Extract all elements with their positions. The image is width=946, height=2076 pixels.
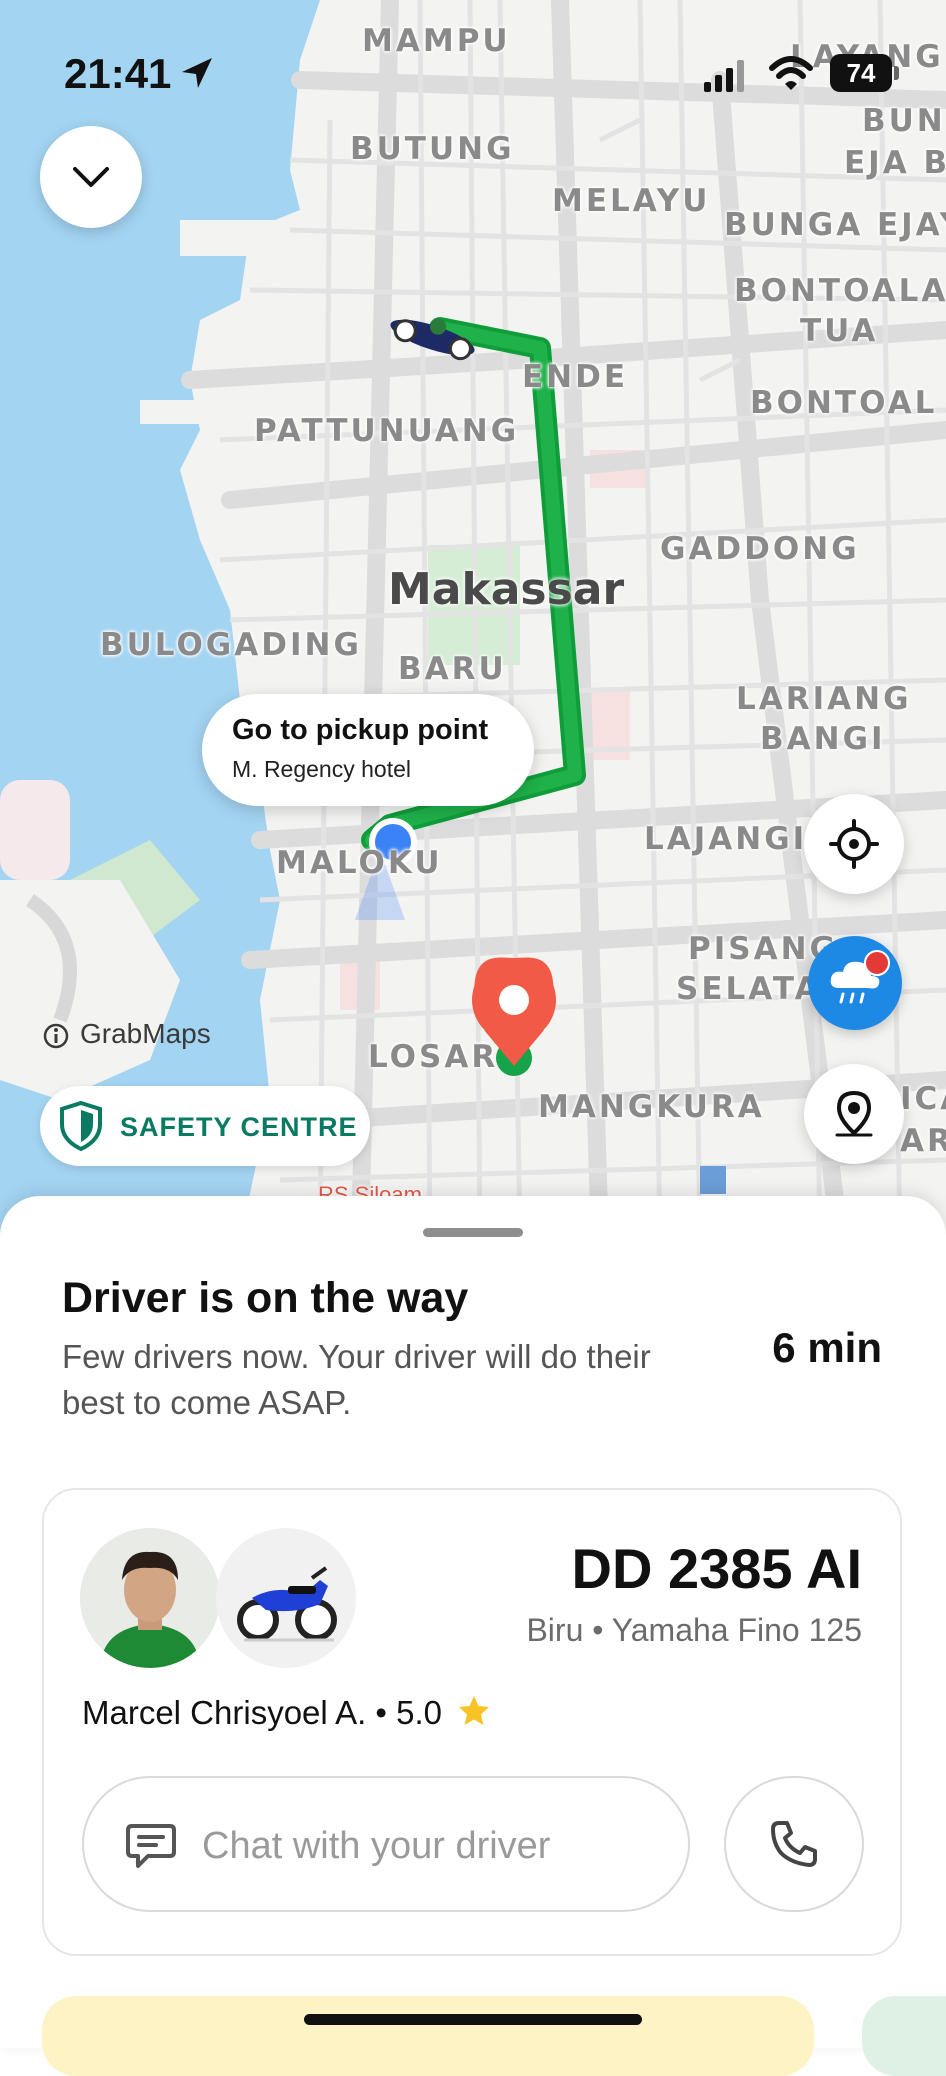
location-arrow-icon [182,58,212,88]
license-plate: DD 2385 AI [571,1537,863,1600]
chat-bubble-icon [126,1824,176,1868]
signal-icon [704,60,744,92]
map-label: TUA [800,313,879,349]
location-pin-button[interactable] [804,1064,904,1164]
motorbike-icon [237,1566,337,1642]
battery-level: 74 [846,57,876,88]
vehicle-image [216,1528,356,1668]
eta-value: 6 min [772,1324,882,1371]
chat-placeholder: Chat with your driver [202,1825,551,1867]
chevron-down-icon [73,167,109,187]
map-label: BONTOAL [750,385,938,421]
driver-photo [80,1528,220,1668]
map-label: LAJANGI [644,821,808,857]
recenter-button[interactable] [804,794,904,894]
city-label: Makassar [388,564,625,615]
map-label: MALOKU [276,845,443,881]
map-attribution: GrabMaps [42,1018,211,1050]
map-label: BUTUNG [350,131,515,167]
safety-centre-label: SAFETY CENTRE [120,1112,358,1142]
promo-card-next[interactable] [862,1996,946,2076]
weather-button[interactable] [808,936,902,1030]
crosshair-icon [829,819,879,869]
weather-alert-dot [864,950,890,976]
battery-icon: 74 [830,54,892,92]
promo-card[interactable] [42,1996,814,2076]
map-view[interactable]: MAMPU BUTUNG MELAYU LAYANG BUN EJA B BUN… [0,0,946,1240]
pickup-callout[interactable]: Go to pickup point M. Regency hotel [202,694,534,806]
map-label: GADDONG [660,531,860,567]
driver-name-rating: Marcel Chrisyoel A. • 5.0 [82,1694,491,1732]
vehicle-description: Biru • Yamaha Fino 125 [526,1612,862,1648]
call-button[interactable] [724,1776,864,1912]
map-label: SELATA [676,971,822,1007]
map-label: BONTOALA [734,273,946,309]
avatar[interactable] [80,1528,220,1668]
callout-subtitle: M. Regency hotel [232,756,411,782]
sheet-grabber[interactable] [423,1228,523,1237]
callout-title: Go to pickup point [232,714,489,746]
info-icon [43,1023,69,1049]
map-label: EJA B [844,145,946,181]
trip-status-title: Driver is on the way [62,1274,469,1322]
attribution-label: GrabMaps [80,1018,211,1049]
location-pin-icon [835,1090,873,1137]
map-label: BUNGA EJAY [724,207,946,243]
trip-status-subtitle: Few drivers now. Your driver will do the… [62,1338,651,1421]
map-label: BANGI [760,721,886,757]
map-label: MELAYU [552,183,711,219]
map-label: PATTUNUANG [254,413,520,449]
map-label: MAMPU [362,23,511,59]
map-label: LOSAR [368,1039,499,1075]
collapse-button[interactable] [40,126,142,228]
driver-name: Marcel Chrisyoel A. • 5.0 [82,1694,443,1731]
map-label: LARIANG [736,681,912,717]
chat-input[interactable]: Chat with your driver [82,1776,690,1912]
map-label: ICA [900,1081,946,1117]
map-label: BARU [398,651,507,687]
phone-icon [771,1821,817,1867]
map-label: ENDE [522,359,629,395]
map-label: BUN [862,103,946,139]
map-label: MANGKURA [538,1089,765,1125]
wifi-icon [769,56,813,90]
battery-tip [894,66,899,80]
status-time: 21:41 [64,50,172,97]
home-indicator[interactable] [304,2014,642,2025]
map-label: BULOGADING [100,627,362,663]
safety-centre-button[interactable]: SAFETY CENTRE [40,1086,370,1166]
star-icon [459,1696,490,1725]
shield-icon [60,1100,102,1152]
map-label: ARU [900,1123,946,1159]
